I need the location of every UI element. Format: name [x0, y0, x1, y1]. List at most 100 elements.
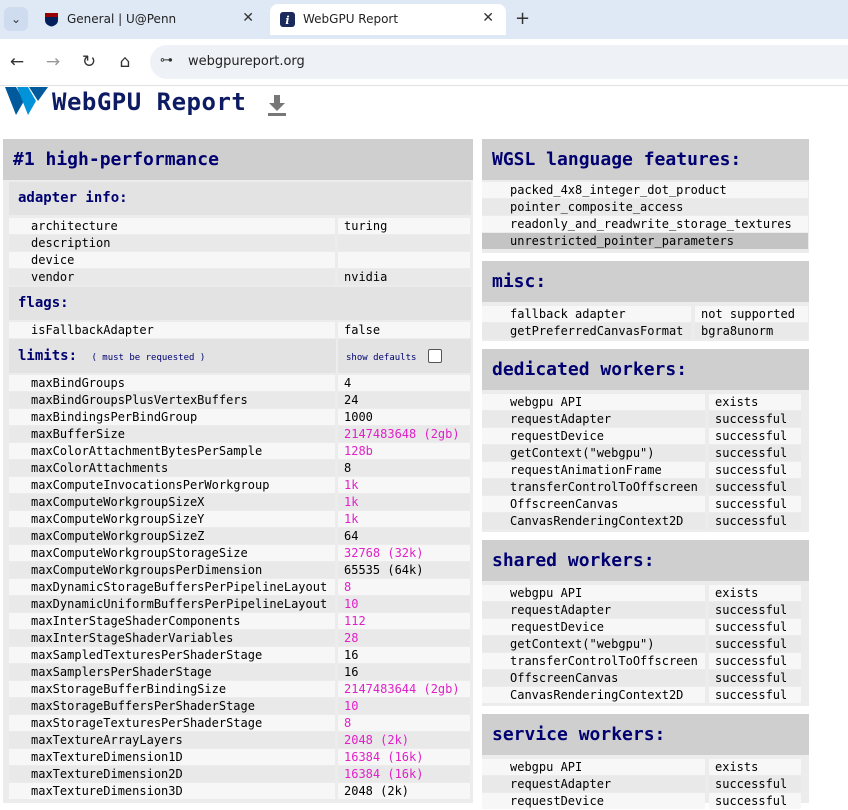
row-value: 16384 (16k): [338, 766, 470, 782]
row-key: maxComputeWorkgroupSizeZ: [9, 528, 335, 544]
shared-workers-card: shared workers: webgpu API exists requestA…: [482, 540, 809, 706]
row-key: maxStorageBuffersPerShaderStage: [9, 698, 335, 714]
close-tab-icon[interactable]: ✕: [482, 10, 494, 26]
row-key: vendor: [9, 269, 335, 285]
row-value: 1k: [338, 494, 470, 510]
row-key: maxStorageBufferBindingSize: [9, 681, 335, 697]
row-key: OffscreenCanvas: [482, 670, 705, 686]
row-value: 1k: [338, 511, 470, 527]
forward-arrow-icon[interactable]: →: [43, 52, 63, 72]
row-value: successful: [709, 411, 801, 427]
service-workers-card: service workers: webgpu API exists request…: [482, 714, 809, 809]
row-key: packed_4x8_integer_dot_product: [482, 182, 808, 198]
row-key: pointer_composite_access: [482, 199, 808, 215]
row-key: maxComputeInvocationsPerWorkgroup: [9, 477, 335, 493]
wgsl-card: WGSL language features: packed_4x8_integ…: [482, 139, 809, 253]
row-key: maxComputeWorkgroupSizeX: [9, 494, 335, 510]
show-defaults-checkbox[interactable]: [427, 349, 442, 363]
row-key: webgpu API: [482, 585, 705, 601]
tab-title: WebGPU Report: [303, 12, 399, 26]
row-value: successful: [709, 496, 801, 512]
adapter-info-title: adapter info:: [9, 182, 471, 215]
row-value: [338, 252, 470, 268]
row-key: CanvasRenderingContext2D: [482, 687, 705, 703]
home-icon[interactable]: ⌂: [115, 52, 135, 72]
show-defaults-toggle[interactable]: show defaults: [338, 339, 471, 373]
page-title: WebGPU Report: [52, 88, 247, 116]
row-key: maxTextureDimension1D: [9, 749, 335, 765]
row-key: OffscreenCanvas: [482, 496, 705, 512]
row-value: 64: [338, 528, 470, 544]
row-value: 2048 (2k): [338, 783, 470, 799]
url-text[interactable]: webgpureport.org: [188, 54, 305, 69]
row-key: requestAnimationFrame: [482, 462, 705, 478]
row-key: maxComputeWorkgroupSizeY: [9, 511, 335, 527]
shared-workers-heading: shared workers:: [482, 540, 809, 581]
close-tab-icon[interactable]: ✕: [242, 10, 254, 26]
row-key: getContext("webgpu"): [482, 636, 705, 652]
row-value: successful: [709, 602, 801, 618]
row-key: maxColorAttachmentBytesPerSample: [9, 443, 335, 459]
row-value: turing: [338, 218, 470, 234]
info-icon: i: [280, 12, 295, 27]
row-key: readonly_and_readwrite_storage_textures: [482, 216, 808, 232]
row-key: requestDevice: [482, 793, 705, 809]
row-value: successful: [709, 793, 801, 809]
back-arrow-icon[interactable]: ←: [7, 52, 27, 72]
row-value: nvidia: [338, 269, 470, 285]
row-key: maxComputeWorkgroupsPerDimension: [9, 562, 335, 578]
row-key: maxInterStageShaderVariables: [9, 630, 335, 646]
row-key: requestDevice: [482, 619, 705, 635]
row-key: maxBufferSize: [9, 426, 335, 442]
reload-icon[interactable]: ↻: [79, 52, 99, 72]
row-value: successful: [709, 636, 801, 652]
download-icon[interactable]: [266, 94, 288, 116]
row-key: getContext("webgpu"): [482, 445, 705, 461]
row-value: successful: [709, 619, 801, 635]
row-key: architecture: [9, 218, 335, 234]
row-value: 1k: [338, 477, 470, 493]
row-key: maxBindingsPerBindGroup: [9, 409, 335, 425]
row-key: requestDevice: [482, 428, 705, 444]
row-key: maxSamplersPerShaderStage: [9, 664, 335, 680]
row-value: 28: [338, 630, 470, 646]
dedicated-workers-heading: dedicated workers:: [482, 349, 809, 390]
new-tab-button[interactable]: +: [515, 8, 530, 29]
row-value: not supported: [695, 306, 808, 322]
row-key: transferControlToOffscreen: [482, 653, 705, 669]
row-value: 2147483644 (2gb): [338, 681, 470, 697]
row-value: successful: [709, 687, 801, 703]
row-value: 16: [338, 647, 470, 663]
row-key: maxTextureDimension2D: [9, 766, 335, 782]
row-key: maxTextureDimension3D: [9, 783, 335, 799]
row-value: successful: [709, 513, 801, 529]
row-value: 2048 (2k): [338, 732, 470, 748]
row-value: 10: [338, 698, 470, 714]
row-value: false: [338, 322, 470, 338]
flags-title: flags:: [9, 287, 471, 320]
adapter-heading: #1 high-performance: [3, 139, 473, 180]
row-key: unrestricted_pointer_parameters: [482, 233, 808, 249]
tab-search-chevron-icon[interactable]: ⌄: [4, 7, 28, 31]
row-value: exists: [709, 394, 801, 410]
wgsl-heading: WGSL language features:: [482, 139, 809, 180]
webgpu-logo-icon: [5, 87, 48, 115]
tab-title: General | U@Penn: [67, 12, 177, 26]
row-key: description: [9, 235, 335, 251]
row-key: maxDynamicStorageBuffersPerPipelineLayou…: [9, 579, 335, 595]
row-key: requestAdapter: [482, 776, 705, 792]
row-value: successful: [709, 653, 801, 669]
row-value: bgra8unorm: [695, 323, 808, 339]
dedicated-workers-card: dedicated workers: webgpu API exists reque…: [482, 349, 809, 532]
row-value: 4: [338, 375, 470, 391]
tab-general-upenn[interactable]: General | U@Penn ✕: [34, 4, 266, 35]
row-value: 65535 (64k): [338, 562, 470, 578]
row-key: maxBindGroups: [9, 375, 335, 391]
tab-webgpu-report[interactable]: i WebGPU Report ✕: [270, 4, 506, 35]
site-info-icon[interactable]: ⊶: [160, 53, 173, 68]
row-value: successful: [709, 428, 801, 444]
row-key: transferControlToOffscreen: [482, 479, 705, 495]
row-value: 8: [338, 715, 470, 731]
row-value: exists: [709, 585, 801, 601]
row-value: successful: [709, 445, 801, 461]
